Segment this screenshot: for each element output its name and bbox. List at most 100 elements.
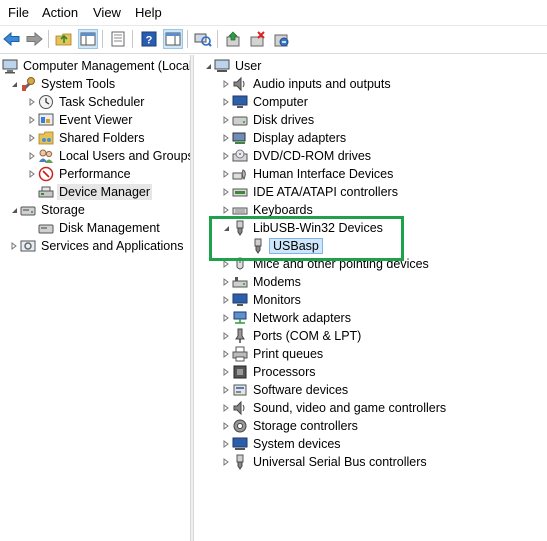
tree-item-device-manager[interactable]: Device Manager [38,183,153,201]
collapse-arrow-icon[interactable] [8,75,20,93]
device-category[interactable]: Monitors [220,291,303,309]
up-folder-icon[interactable] [54,29,74,49]
shared-folder-icon [38,130,54,146]
device-category[interactable]: Ports (COM & LPT) [220,327,363,345]
device-category[interactable]: Network adapters [220,309,353,327]
tree-item-computer-management[interactable]: Computer Management (Local [2,57,190,75]
device-category[interactable]: Storage controllers [220,417,360,435]
network-adapter-icon [232,310,248,326]
tree-item-disk-management[interactable]: Disk Management [38,219,162,237]
forward-icon[interactable] [24,29,44,49]
disable-device-icon[interactable] [248,29,268,49]
scan-hardware-icon[interactable] [193,29,213,49]
device-category[interactable]: Modems [220,273,303,291]
tree-label: Task Scheduler [59,95,145,109]
expand-arrow-icon[interactable] [220,381,232,399]
users-icon [38,148,54,164]
device-category[interactable]: Processors [220,363,318,381]
expand-arrow-icon[interactable] [220,345,232,363]
expand-arrow-icon[interactable] [220,111,232,129]
device-category[interactable]: Computer [220,93,310,111]
expand-arrow-icon[interactable] [220,291,232,309]
processor-icon [232,364,248,380]
collapse-arrow-icon[interactable] [202,57,214,75]
menu-view[interactable]: View [93,5,121,21]
expand-arrow-icon[interactable] [220,309,232,327]
expand-arrow-icon[interactable] [26,147,38,165]
device-category[interactable]: Sound, video and game controllers [220,399,448,417]
expand-arrow-icon[interactable] [220,417,232,435]
properties-icon[interactable] [108,29,128,49]
expand-arrow-icon[interactable] [220,165,232,183]
tree-label: Sound, video and game controllers [253,401,447,415]
device-category[interactable]: DVD/CD-ROM drives [220,147,373,165]
tree-label: Computer [253,95,308,109]
device-category[interactable]: Audio inputs and outputs [220,75,393,93]
action-pane-icon[interactable] [163,29,183,49]
expand-arrow-icon[interactable] [26,129,38,147]
device-category[interactable]: Display adapters [220,129,348,147]
expand-arrow-icon[interactable] [220,273,232,291]
expand-arrow-icon[interactable] [220,147,232,165]
expand-arrow-icon[interactable] [26,93,38,111]
console-tree: Computer Management (Local System Tools … [0,55,190,541]
expand-arrow-icon[interactable] [8,237,20,255]
storage-controller-icon [232,418,248,434]
tree-label: Computer Management (Local [23,59,190,73]
tree-label: Event Viewer [59,113,133,127]
tree-item-performance[interactable]: Performance [26,165,133,183]
uninstall-device-icon[interactable] [272,29,292,49]
device-category[interactable]: Software devices [220,381,350,399]
menu-help[interactable]: Help [135,5,162,21]
tree-label: System devices [253,437,341,451]
expand-arrow-icon[interactable] [26,165,38,183]
collapse-arrow-icon[interactable] [8,201,20,219]
tree-item-system-tools[interactable]: System Tools [8,75,117,93]
device-category[interactable]: Human Interface Devices [220,165,395,183]
performance-icon [38,166,54,182]
expand-arrow-icon[interactable] [220,435,232,453]
expand-arrow-icon[interactable] [220,327,232,345]
toolbar-separator [217,30,218,48]
tree-item-storage[interactable]: Storage [8,201,87,219]
menu-action[interactable]: Action [42,5,78,21]
tree-item-event-viewer[interactable]: Event Viewer [26,111,134,129]
system-device-icon [232,436,248,452]
help-icon[interactable]: ? [139,29,159,49]
tree-item-services-applications[interactable]: Services and Applications [8,237,185,255]
tree-label: Modems [253,275,301,289]
expand-arrow-icon[interactable] [220,399,232,417]
tree-item-shared-folders[interactable]: Shared Folders [26,129,146,147]
toolbar-separator [132,30,133,48]
device-category[interactable]: System devices [220,435,343,453]
speaker-icon [232,400,248,416]
back-icon[interactable] [2,29,22,49]
tree-label: Disk drives [253,113,315,127]
dvd-drive-icon [232,148,248,164]
update-driver-icon[interactable] [224,29,244,49]
tree-item-local-users-groups[interactable]: Local Users and Groups [26,147,190,165]
storage-icon [20,202,36,218]
tree-label: Ports (COM & LPT) [253,329,362,343]
tree-label: DVD/CD-ROM drives [253,149,372,163]
expand-arrow-icon[interactable] [220,129,232,147]
device-category[interactable]: IDE ATA/ATAPI controllers [220,183,400,201]
menu-file[interactable]: File [8,5,29,21]
expand-arrow-icon[interactable] [220,93,232,111]
computer-management-icon [2,58,18,74]
expand-arrow-icon[interactable] [220,183,232,201]
device-category[interactable]: Print queues [220,345,325,363]
tree-label: Shared Folders [59,131,145,145]
tree-item-task-scheduler[interactable]: Task Scheduler [26,93,146,111]
expand-arrow-icon[interactable] [220,363,232,381]
device-root-user[interactable]: User [202,57,263,75]
expand-arrow-icon[interactable] [220,453,232,471]
speaker-icon [232,76,248,92]
expand-arrow-icon[interactable] [220,75,232,93]
show-hide-tree-icon[interactable] [78,29,98,49]
expand-arrow-icon[interactable] [26,111,38,129]
tree-label: Storage controllers [253,419,358,433]
device-category[interactable]: Disk drives [220,111,316,129]
device-category[interactable]: Universal Serial Bus controllers [220,453,429,471]
tree-label: System Tools [41,77,116,91]
